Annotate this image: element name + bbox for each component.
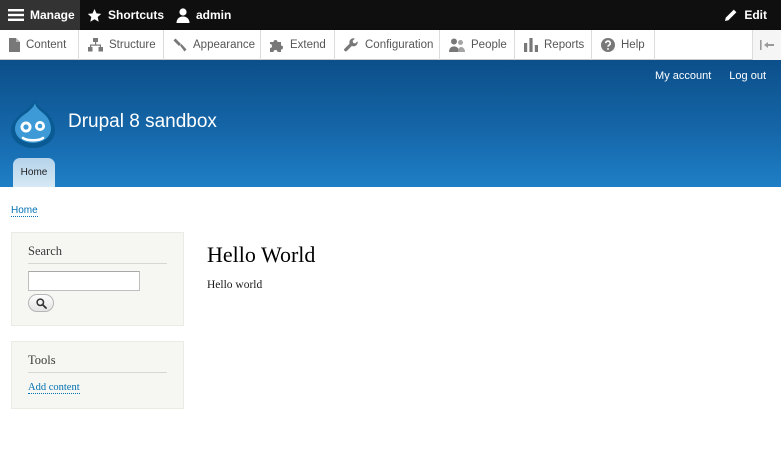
orientation-icon xyxy=(760,40,774,50)
manage-tab[interactable]: Manage xyxy=(0,0,80,30)
tray-label: People xyxy=(471,39,507,51)
breadcrumb-home-link[interactable]: Home xyxy=(11,205,38,217)
search-input[interactable] xyxy=(28,271,140,291)
wrench-icon xyxy=(344,37,358,51)
admin-tray: Content Structure Appearance Extend Conf… xyxy=(0,30,781,60)
tray-label: Structure xyxy=(109,39,156,51)
pencil-icon xyxy=(725,9,737,21)
user-label: admin xyxy=(196,8,232,22)
bar-chart-icon xyxy=(524,38,538,52)
puzzle-icon xyxy=(270,40,283,52)
log-out-link[interactable]: Log out xyxy=(729,70,766,82)
tray-item-configuration[interactable]: Configuration xyxy=(335,30,440,60)
people-icon xyxy=(449,38,465,52)
search-block: Search xyxy=(11,232,184,326)
search-block-title: Search xyxy=(28,233,167,264)
my-account-link[interactable]: My account xyxy=(655,70,711,82)
tray-item-extend[interactable]: Extend xyxy=(261,30,335,60)
shortcuts-tab[interactable]: Shortcuts xyxy=(87,0,164,30)
manage-label: Manage xyxy=(30,8,75,22)
edit-label: Edit xyxy=(744,8,767,22)
hamburger-icon xyxy=(8,9,24,21)
tray-item-help[interactable]: Help xyxy=(592,30,655,60)
search-button[interactable] xyxy=(28,294,54,312)
tools-block: Tools Add content xyxy=(11,341,184,409)
star-icon xyxy=(87,8,102,22)
shortcuts-label: Shortcuts xyxy=(108,8,165,22)
tray-item-people[interactable]: People xyxy=(440,30,515,60)
site-name[interactable]: Drupal 8 sandbox xyxy=(68,111,217,133)
edit-tab[interactable]: Edit xyxy=(724,0,767,30)
tray-label: Configuration xyxy=(365,39,434,51)
structure-icon xyxy=(88,38,103,52)
tray-label: Extend xyxy=(290,39,326,51)
user-tab[interactable]: admin xyxy=(176,0,231,30)
tools-block-title: Tools xyxy=(28,342,167,373)
paintbrush-icon xyxy=(173,38,187,52)
tray-label: Appearance xyxy=(193,39,256,51)
drupal-logo-icon[interactable] xyxy=(11,98,55,148)
tray-item-reports[interactable]: Reports xyxy=(515,30,592,60)
page-body: Hello world xyxy=(207,279,263,291)
toggle-orientation-button[interactable] xyxy=(752,30,781,60)
magnifier-icon xyxy=(35,297,47,309)
file-icon xyxy=(9,38,20,52)
help-icon xyxy=(601,38,615,52)
tray-label: Reports xyxy=(544,39,585,51)
tray-label: Help xyxy=(621,39,645,51)
tab-home[interactable]: Home xyxy=(13,158,55,187)
tray-item-appearance[interactable]: Appearance xyxy=(164,30,261,60)
admin-toolbar: Manage Shortcuts admin Edit xyxy=(0,0,781,30)
add-content-link[interactable]: Add content xyxy=(28,382,80,394)
tray-label: Content xyxy=(26,39,67,51)
secondary-menu: My account Log out xyxy=(637,70,766,82)
tray-item-content[interactable]: Content xyxy=(0,30,79,60)
tray-item-structure[interactable]: Structure xyxy=(79,30,164,60)
page-title: Hello World xyxy=(207,242,316,267)
site-header: My account Log out Drupal 8 sandbox Home xyxy=(0,60,781,187)
user-icon xyxy=(176,7,190,23)
